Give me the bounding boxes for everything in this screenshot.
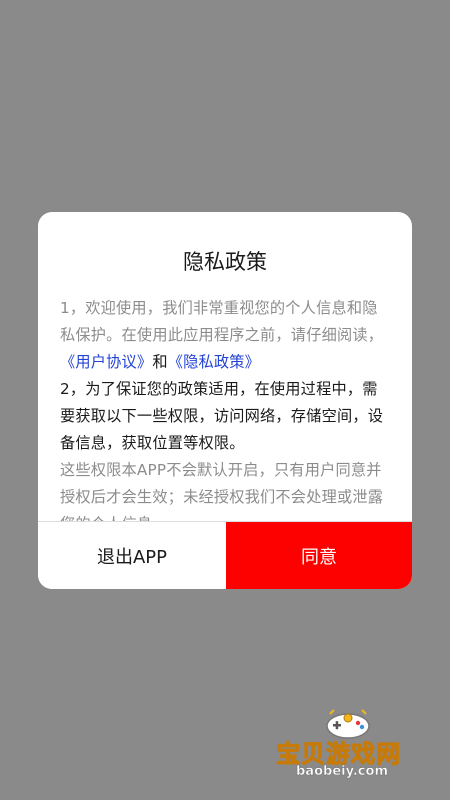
privacy-policy-link[interactable]: 《隐私政策》: [168, 353, 260, 371]
dialog-content[interactable]: 1，欢迎使用，我们非常重视您的个人信息和隐私保护。在使用此应用程序之前，请仔细阅…: [60, 295, 392, 521]
agree-button[interactable]: 同意: [226, 522, 412, 589]
exit-app-button[interactable]: 退出APP: [38, 522, 226, 589]
intro-text: 1，欢迎使用，我们非常重视您的个人信息和隐私保护。在使用此应用程序之前，请仔细阅…: [60, 299, 384, 344]
consent-paragraph: 这些权限本APP不会默认开启，只有用户同意并授权后才会生效；未经授权我们不会处理…: [60, 461, 384, 521]
intro-paragraph: 1，欢迎使用，我们非常重视您的个人信息和隐私保护。在使用此应用程序之前，请仔细阅…: [60, 295, 392, 376]
dialog-title: 隐私政策: [183, 250, 267, 274]
watermark-url: baobeiy.com: [296, 764, 388, 779]
and-text: 和: [152, 353, 168, 371]
watermark: 宝贝游戏网 baobeiy.com: [274, 709, 424, 782]
user-agreement-link[interactable]: 《用户协议》: [60, 353, 152, 371]
permissions-paragraph: 2，为了保证您的政策适用，在使用过程中，需要获取以下一些权限，访问网络，存储空间…: [60, 380, 384, 452]
privacy-policy-dialog: 隐私政策 1，欢迎使用，我们非常重视您的个人信息和隐私保护。在使用此应用程序之前…: [38, 212, 412, 589]
